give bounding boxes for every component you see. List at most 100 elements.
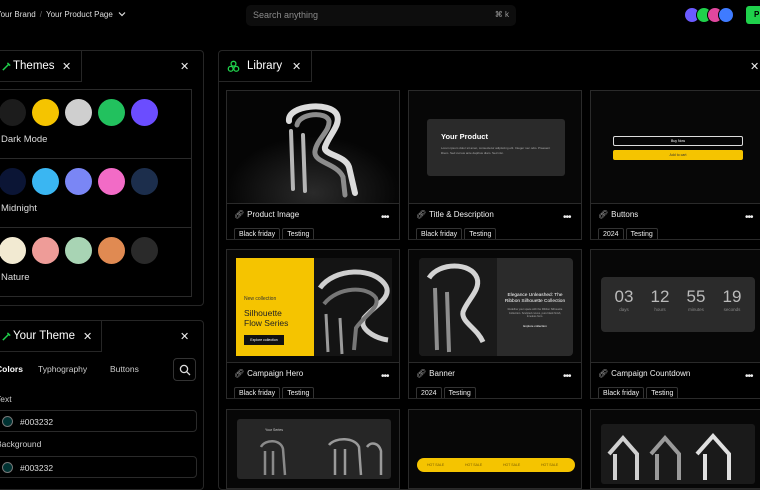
close-icon[interactable]: ✕: [292, 62, 301, 73]
chair-image: [227, 91, 399, 203]
library-card-buttons[interactable]: Buy Now Add to cart 🔗︎ Buttons ••• 2024 Te…: [590, 90, 760, 240]
countdown-value: 19: [722, 287, 742, 306]
countdown-days: 03 days: [609, 287, 639, 312]
countdown-block: 03 days 12 hours 55 minutes 19 seconds: [601, 277, 755, 332]
color-swatch: [32, 237, 59, 264]
library-card-campaign-hero[interactable]: New collection Silhouette Flow Series Ex…: [226, 249, 400, 399]
more-options-icon[interactable]: •••: [563, 371, 571, 382]
link-icon: 🔗︎: [598, 369, 609, 378]
more-options-icon[interactable]: •••: [381, 371, 389, 382]
breadcrumb-brand[interactable]: Your Brand: [0, 10, 36, 19]
theme-option-nature[interactable]: Nature: [0, 227, 192, 297]
publish-button[interactable]: P: [746, 6, 760, 24]
text-color-value: #003232: [20, 417, 54, 427]
close-panel-icon[interactable]: ✕: [180, 332, 189, 343]
tag[interactable]: 2024: [598, 228, 624, 239]
search-button[interactable]: [173, 358, 196, 381]
background-color-label: Background: [0, 439, 42, 449]
your-theme-tab[interactable]: Your Theme ✕: [0, 321, 102, 352]
library-title: Library: [247, 60, 283, 72]
color-swatch: [98, 237, 125, 264]
your-theme-title: Your Theme: [13, 330, 76, 342]
search-icon: [179, 364, 191, 376]
theme-option-dark-mode[interactable]: Dark Mode: [0, 89, 192, 159]
library-card-title-description[interactable]: Your Product Lorem ipsum dolor sit amet,…: [408, 90, 582, 240]
add-to-cart-button-preview: Add to cart: [613, 150, 743, 160]
countdown-unit: seconds: [723, 307, 741, 312]
library-card-campaign-countdown[interactable]: 03 days 12 hours 55 minutes 19 seconds 🔗︎ Cam…: [590, 249, 760, 399]
ticker-text: HOT SALE: [503, 463, 521, 467]
tag[interactable]: Testing: [282, 228, 315, 239]
more-options-icon[interactable]: •••: [745, 371, 753, 382]
hero-title-line-2: Flow Series: [244, 318, 289, 328]
text-color-field[interactable]: #003232: [0, 410, 197, 432]
more-options-icon[interactable]: •••: [745, 212, 753, 223]
color-swatch: [131, 168, 158, 195]
tag[interactable]: Testing: [282, 387, 315, 398]
card-title-text: Buttons: [611, 210, 639, 219]
hero-kicker: New collection: [244, 296, 277, 302]
buy-now-button-preview: Buy Now: [613, 136, 743, 146]
color-swatch: [0, 168, 26, 195]
card-title: 🔗︎ Product Image: [234, 210, 299, 219]
tab-buttons[interactable]: Buttons: [110, 364, 139, 374]
countdown-unit: minutes: [688, 307, 704, 312]
banner-block: Elegance Unleashed: The Ribbon Silhouette…: [419, 258, 573, 356]
breadcrumb-page[interactable]: Your Product Page: [46, 10, 113, 19]
tag[interactable]: Testing: [443, 387, 476, 398]
tag[interactable]: Black friday: [234, 228, 281, 239]
card-title-text: Campaign Countdown: [611, 369, 691, 378]
card-tags: Black friday Testing: [598, 382, 680, 398]
card-preview: Buy Now Add to cart: [591, 91, 760, 204]
tag[interactable]: Testing: [646, 387, 679, 398]
tag[interactable]: Black friday: [234, 387, 281, 398]
library-card-product-image[interactable]: 🔗︎ Product Image ••• Black friday Testing: [226, 90, 400, 240]
text-color-label: Text: [0, 394, 12, 404]
search-input[interactable]: Search anything ⌘ k: [246, 5, 516, 26]
close-icon[interactable]: ✕: [62, 62, 71, 73]
card-preview: 03 days 12 hours 55 minutes 19 seconds: [591, 250, 760, 363]
library-card[interactable]: HOT SALE HOT SALE HOT SALE HOT SALE: [408, 409, 582, 489]
color-swatch: [0, 237, 26, 264]
tab-typography[interactable]: Typhography: [38, 364, 87, 374]
close-panel-icon[interactable]: ✕: [180, 62, 189, 73]
hero-button-preview: Explore collection: [244, 335, 284, 345]
color-swatch: [65, 99, 92, 126]
chevron-down-icon[interactable]: [118, 11, 126, 17]
color-preview: [2, 462, 13, 473]
theme-option-midnight[interactable]: Midnight: [0, 158, 192, 228]
card-title-text: Campaign Hero: [247, 369, 304, 378]
components-icon: [227, 60, 240, 72]
close-panel-icon[interactable]: ✕: [750, 62, 759, 73]
link-icon: 🔗︎: [234, 369, 245, 378]
color-swatch: [98, 99, 125, 126]
library-card-banner[interactable]: Elegance Unleashed: The Ribbon Silhouette…: [408, 249, 582, 399]
card-preview: [591, 410, 760, 488]
breadcrumb-separator: /: [39, 10, 42, 19]
tag[interactable]: Black friday: [416, 228, 463, 239]
tab-colors[interactable]: Colors: [0, 364, 23, 374]
color-swatch: [131, 237, 158, 264]
color-swatch: [0, 99, 26, 126]
tag[interactable]: Testing: [625, 228, 658, 239]
more-options-icon[interactable]: •••: [381, 212, 389, 223]
tag[interactable]: Black friday: [598, 387, 645, 398]
library-card[interactable]: Your Series: [226, 409, 400, 489]
card-preview: HOT SALE HOT SALE HOT SALE HOT SALE: [409, 410, 581, 488]
card-tags: Black friday Testing: [234, 382, 316, 398]
banner-title-line-1: Elegance Unleashed: The: [507, 293, 563, 298]
themes-tab[interactable]: Themes ✕: [0, 51, 82, 82]
tag[interactable]: Testing: [464, 228, 497, 239]
library-tab[interactable]: Library ✕: [219, 51, 312, 82]
close-icon[interactable]: ✕: [83, 332, 92, 343]
hero-title-line-1: Silhouette: [244, 308, 282, 318]
top-bar: Your Brand/ Your Product Page Search anyt…: [0, 0, 760, 32]
tag[interactable]: 2024: [416, 387, 442, 398]
brush-icon: [2, 62, 11, 71]
banner-title-line-2: Ribbon Silhouette Collection: [504, 299, 566, 304]
library-card[interactable]: [590, 409, 760, 489]
more-options-icon[interactable]: •••: [563, 212, 571, 223]
ticker-text: HOT SALE: [541, 463, 559, 467]
avatar[interactable]: [718, 7, 734, 23]
series-block: Your Series: [237, 419, 391, 479]
